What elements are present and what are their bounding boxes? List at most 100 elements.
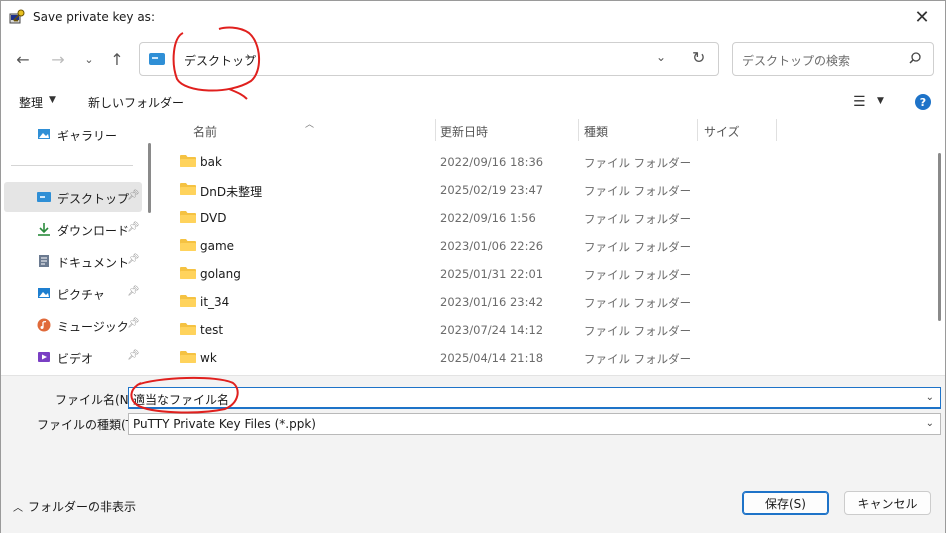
file-type: ファイル フォルダー [584,184,692,198]
sidebar-item-documents[interactable]: ドキュメント 📌︎ [4,246,142,276]
column-header-date[interactable]: 更新日時 [436,117,578,143]
filetype-value: PuTTY Private Key Files (*.ppk) [133,417,316,431]
folder-icon [180,155,196,167]
file-name: DnD未整理 [200,185,263,199]
file-date: 2023/01/16 23:42 [440,295,544,309]
breadcrumb-chevron-icon[interactable]: › [246,50,251,65]
hide-folders-toggle[interactable]: ︿ フォルダーの非表示 [13,498,136,515]
sidebar-item-downloads[interactable]: ダウンロード 📌︎ [4,214,142,244]
file-row[interactable]: it_34 2023/01/16 23:42 ファイル フォルダー [159,287,929,315]
back-button[interactable]: ← [11,48,35,70]
file-date: 2025/01/31 22:01 [440,267,544,281]
hide-folders-label: フォルダーの非表示 [28,500,137,514]
sidebar-item-label: ギャラリー [57,129,118,143]
command-bar: 整理 ▼ 新しいフォルダー ☰ ▼ ? [1,85,945,117]
file-date: 2025/02/19 23:47 [440,183,544,197]
column-date-label: 更新日時 [440,125,489,139]
caret-down-icon[interactable]: ▼ [49,95,56,105]
column-separator[interactable] [776,119,777,141]
file-row[interactable]: bak 2022/09/16 18:36 ファイル フォルダー [159,147,929,175]
sidebar-item-desktop[interactable]: デスクトップ 📌︎ [4,182,142,212]
pin-icon: 📌︎ [127,350,140,361]
close-button[interactable]: ✕ [899,1,945,33]
sidebar-scrollbar[interactable] [148,143,151,213]
search-placeholder: デスクトップの検索 [742,54,851,68]
sidebar-item-label: ピクチャ [57,288,105,302]
filename-field[interactable]: 適当なファイル名 ⌄ [128,387,941,409]
sort-ascending-icon: ︿ [305,120,315,130]
view-options-icon[interactable]: ☰ [853,94,866,110]
file-type: ファイル フォルダー [584,268,692,282]
file-list: 名前 ︿ 更新日時 種類 サイズ bak 2022/09/16 18:36 ファイル… [159,117,945,375]
column-header-name[interactable]: 名前 ︿ [159,117,435,143]
refresh-icon[interactable]: ↻ [692,48,705,67]
file-type: ファイル フォルダー [584,212,692,226]
arrow-left-icon: ← [16,49,30,69]
sidebar-item-videos[interactable]: ビデオ 📌︎ [4,342,142,372]
address-dropdown-icon[interactable]: ⌄ [656,50,666,64]
sidebar-divider [11,165,133,166]
sidebar-item-gallery[interactable]: ギャラリー [4,119,142,149]
up-button[interactable]: ↑ [105,48,129,70]
file-name: test [200,323,224,337]
file-row[interactable]: DVD 2022/09/16 1:56 ファイル フォルダー [159,203,929,231]
dialog-footer: ︿ フォルダーの非表示 保存(S) キャンセル [1,475,945,533]
column-header-size[interactable]: サイズ [698,117,776,143]
document-icon [39,255,49,267]
folder-icon [180,267,196,279]
file-row[interactable]: DnD未整理 2025/02/19 23:47 ファイル フォルダー [159,175,929,203]
organize-button[interactable]: 整理 [19,94,43,111]
file-row[interactable]: game 2023/01/06 22:26 ファイル フォルダー [159,231,929,259]
pin-icon: 📌︎ [127,222,140,233]
filetype-select[interactable]: PuTTY Private Key Files (*.ppk) ⌄ [128,413,941,435]
sidebar-item-label: デスクトップ [57,192,130,206]
caret-down-icon[interactable]: ▼ [877,96,884,106]
file-list-scrollbar[interactable] [938,153,941,321]
folder-icon [180,295,196,307]
file-name: wk [200,351,217,365]
navigation-pane: ギャラリー デスクトップ 📌︎ ダウンロード 📌︎ ドキュメント 📌︎ ピクチャ… [1,117,158,375]
file-date: 2023/01/06 22:26 [440,239,544,253]
sidebar-item-pictures[interactable]: ピクチャ 📌︎ [4,278,142,308]
column-header-type[interactable]: 種類 [579,117,697,143]
pin-icon: 📌︎ [127,286,140,297]
new-folder-button[interactable]: 新しいフォルダー [88,94,184,111]
filename-value[interactable]: 適当なファイル名 [133,391,229,408]
pin-icon: 📌︎ [127,318,140,329]
arrow-up-icon: ↑ [110,49,124,69]
file-name: it_34 [200,295,230,309]
file-type: ファイル フォルダー [584,240,692,254]
title-bar: Save private key as: ✕ [1,1,945,33]
save-form: ファイル名(N): 適当なファイル名 ⌄ ファイルの種類(T): PuTTY P… [1,375,945,475]
folder-icon [180,239,196,251]
address-bar[interactable]: デスクトップ › ⌄ ↻ [139,42,719,76]
sidebar-item-music[interactable]: ミュージック 📌︎ [4,310,142,340]
file-type: ファイル フォルダー [584,296,692,310]
folder-icon [180,211,196,223]
file-row[interactable]: wk 2025/04/14 21:18 ファイル フォルダー [159,343,929,371]
chevron-down-icon[interactable]: ⌄ [926,392,934,403]
search-icon[interactable] [909,52,921,64]
arrow-right-icon: → [51,49,65,69]
desktop-icon [149,53,165,65]
window-title: Save private key as: [33,10,155,24]
chevron-up-icon: ︿ [13,503,23,514]
chevron-down-icon[interactable]: ⌄ [926,418,934,429]
recent-locations-button[interactable]: ⌄ [77,48,101,70]
search-input[interactable]: デスクトップの検索 [732,42,934,76]
desktop-icon [37,192,51,202]
sidebar-item-label: ダウンロード [57,224,130,238]
file-name: bak [200,155,222,169]
file-row[interactable]: golang 2025/01/31 22:01 ファイル フォルダー [159,259,929,287]
pictures-icon [38,288,50,298]
file-type: ファイル フォルダー [584,324,692,338]
gallery-icon [38,129,50,139]
forward-button[interactable]: → [46,48,70,70]
cancel-button[interactable]: キャンセル [844,491,931,515]
save-button[interactable]: 保存(S) [742,491,829,515]
column-type-label: 種類 [584,125,609,139]
file-row[interactable]: test 2023/07/24 14:12 ファイル フォルダー [159,315,929,343]
help-button[interactable]: ? [915,94,931,110]
navigation-bar: ← → ⌄ ↑ デスクトップ › ⌄ ↻ デスクトップの検索 [1,33,945,85]
file-type: ファイル フォルダー [584,156,692,170]
